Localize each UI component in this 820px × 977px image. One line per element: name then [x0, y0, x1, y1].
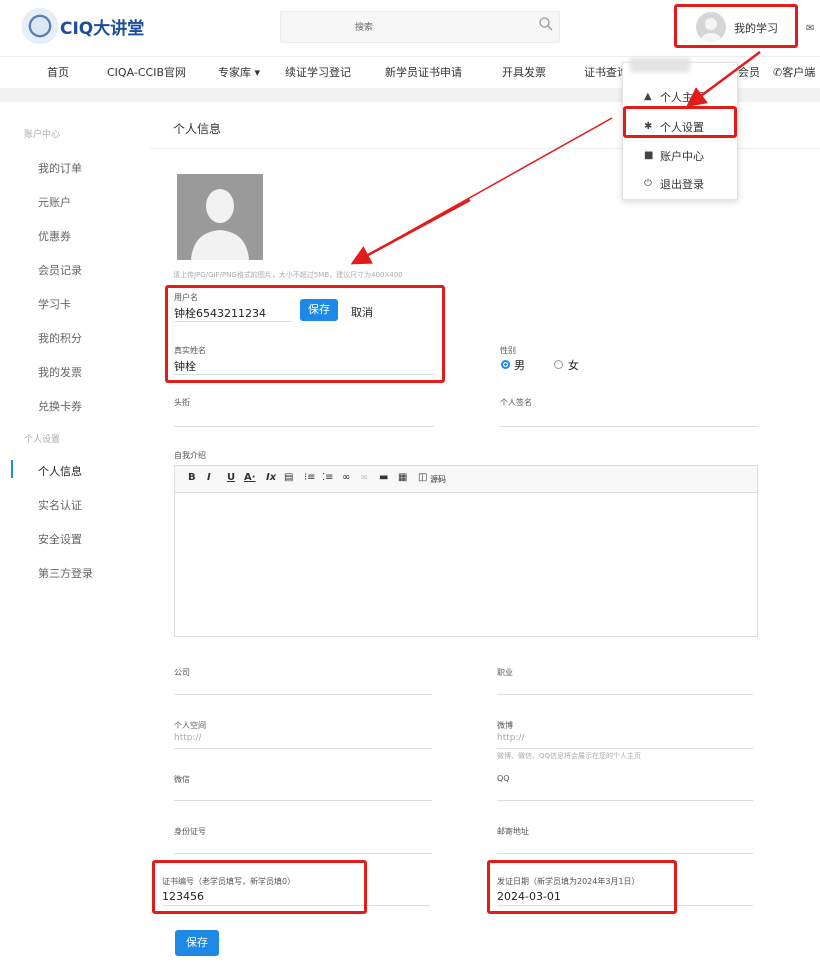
- arrow-to-settings: [685, 50, 761, 107]
- annotation-arrows: [350, 50, 761, 265]
- arrow-to-name-fields: [350, 198, 471, 265]
